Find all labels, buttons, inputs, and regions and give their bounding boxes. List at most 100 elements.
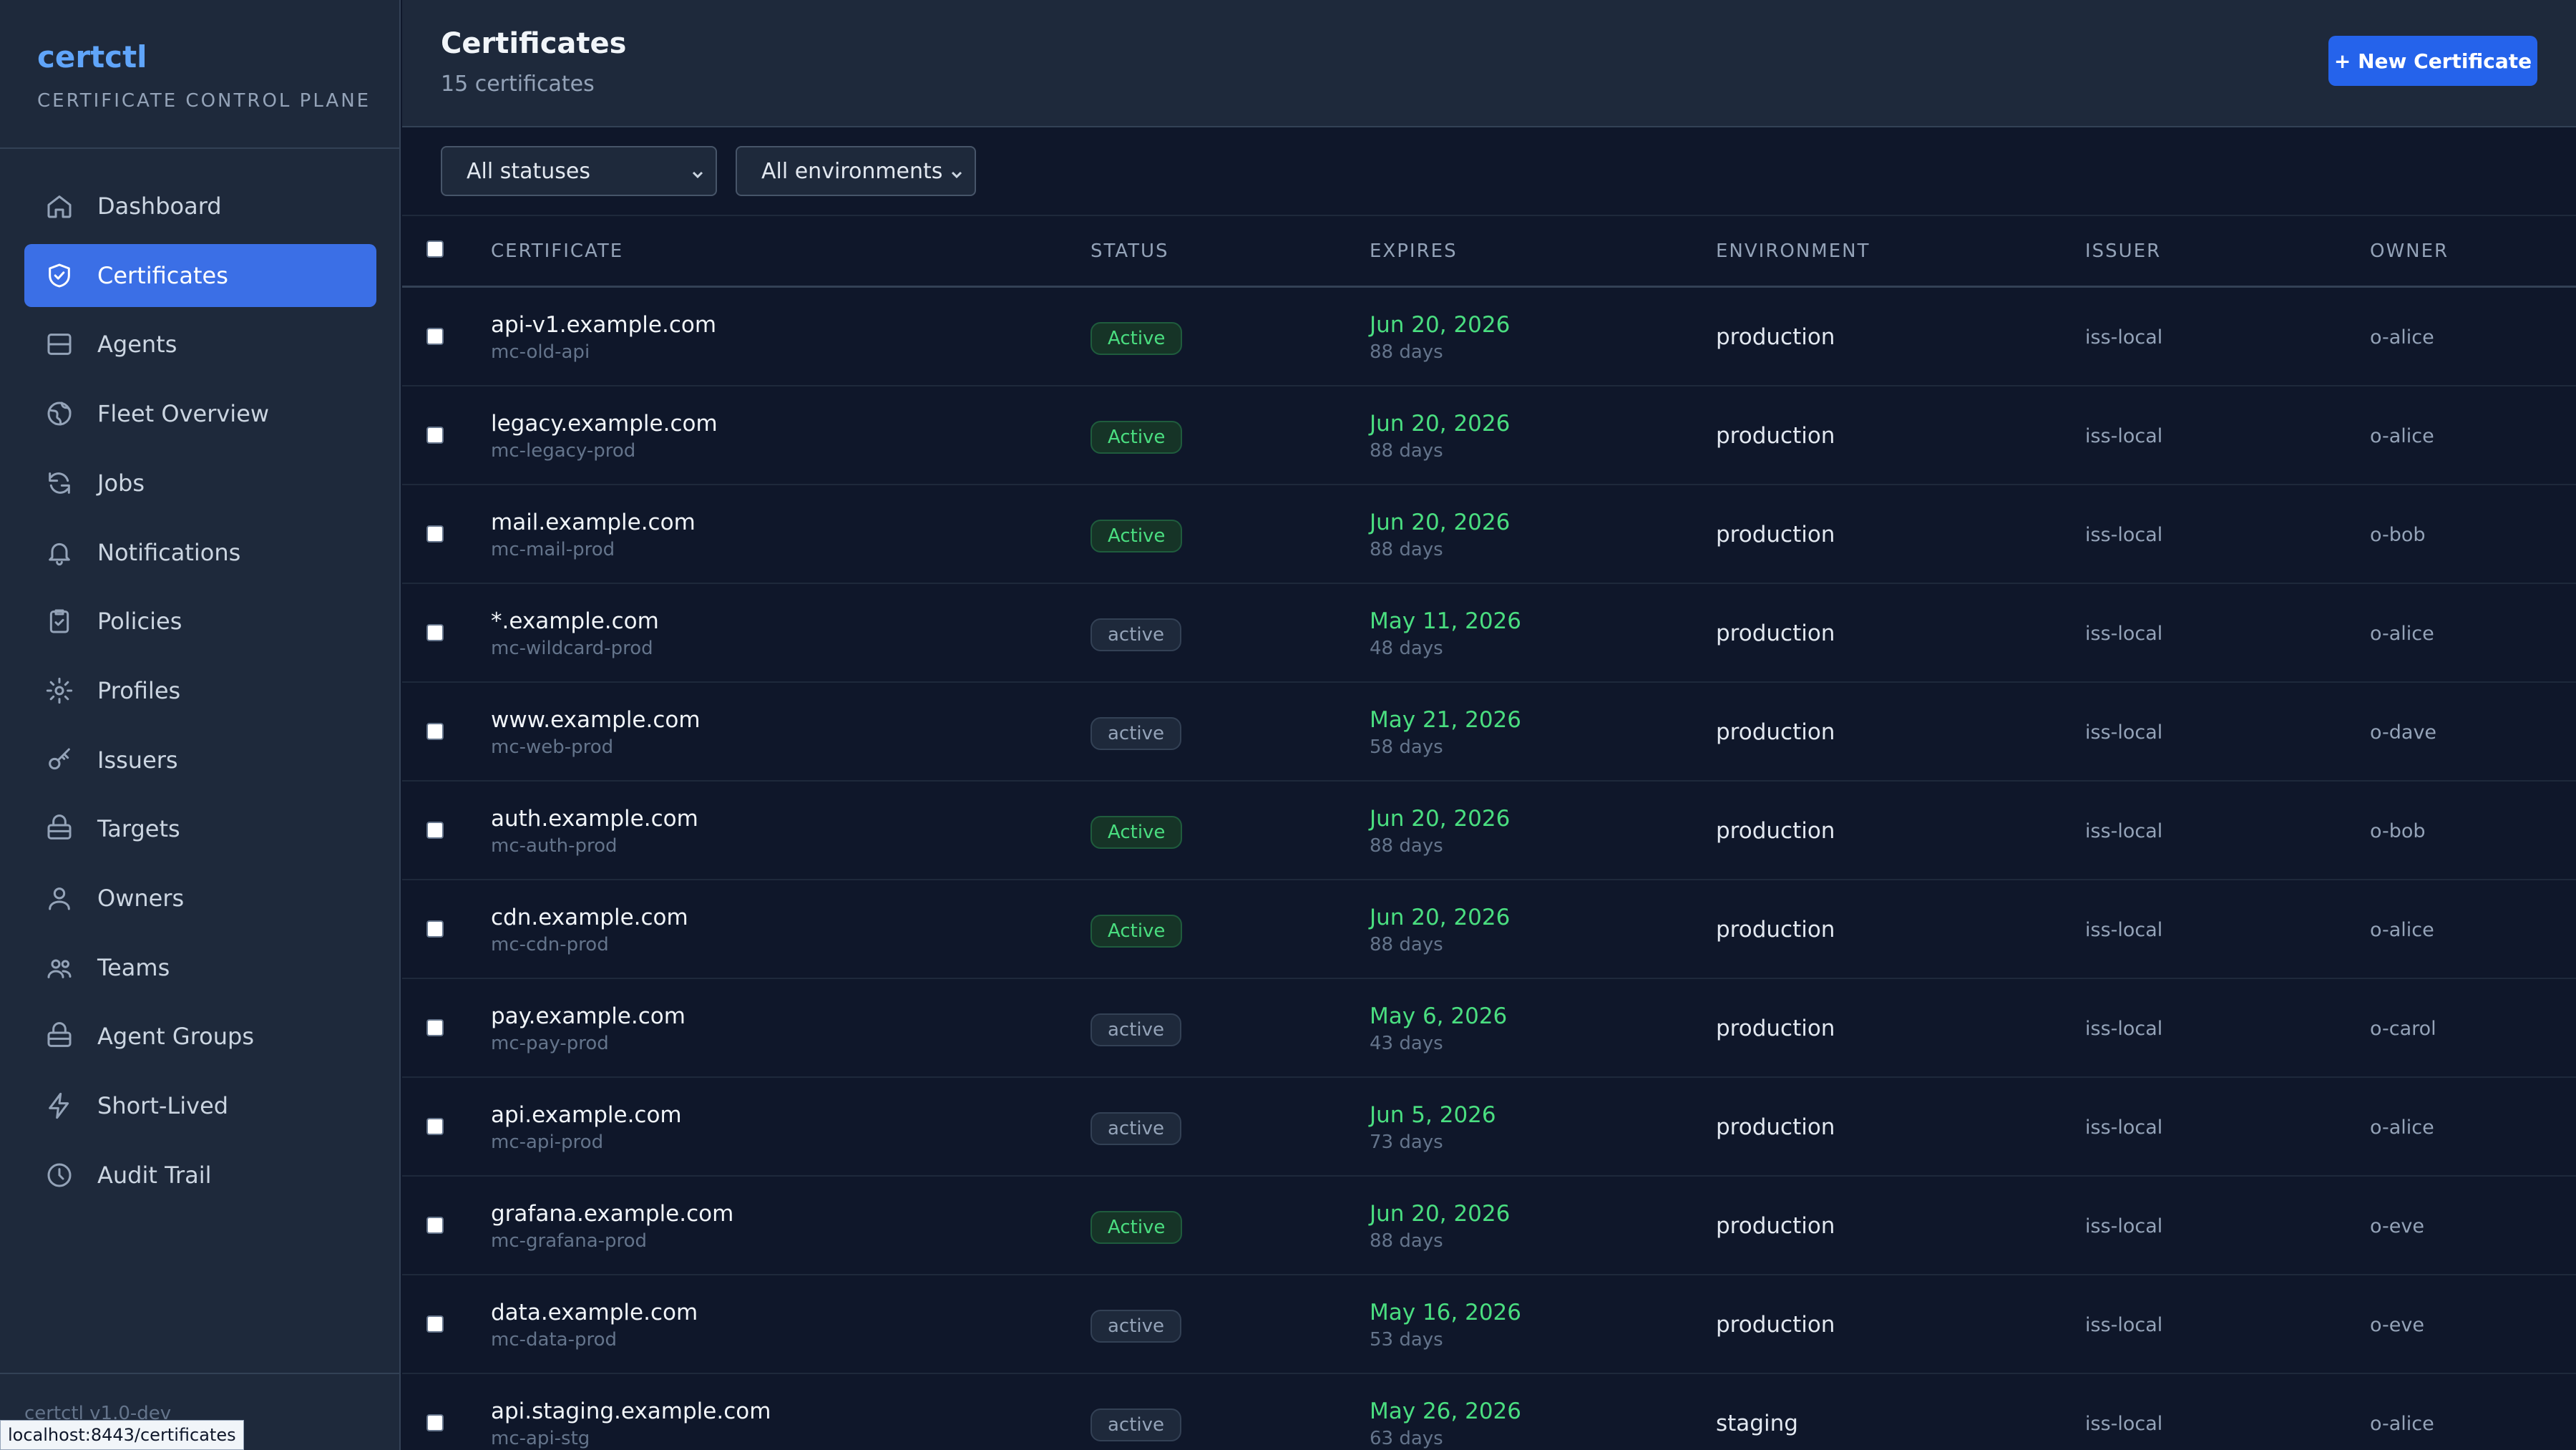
certificate-cell[interactable]: pay.example.com mc-pay-prod [491,1002,686,1056]
row-checkbox[interactable] [426,328,444,345]
certificate-cell[interactable]: *.example.com mc-wildcard-prod [491,607,659,661]
certificate-cell[interactable]: api-v1.example.com mc-old-api [491,311,716,365]
stack-icon [43,812,76,845]
row-checkbox[interactable] [426,920,444,938]
sidebar-item-notifications[interactable]: Notifications [24,521,376,584]
sidebar-item-agent-groups[interactable]: Agent Groups [24,1005,376,1068]
row-checkbox[interactable] [426,1414,444,1431]
sidebar-item-audit-trail[interactable]: Audit Trail [24,1144,376,1207]
app-subtitle: CERTIFICATE CONTROL PLANE [37,90,371,112]
column-header-issuer[interactable]: ISSUER [2085,240,2161,262]
table-row[interactable]: grafana.example.com mc-grafana-prod Active… [402,1177,2576,1275]
certificate-name[interactable]: api-v1.example.com [491,311,716,339]
sidebar-item-issuers[interactable]: Issuers [24,729,376,792]
certificate-id: mc-web-prod [491,736,614,758]
certificate-name[interactable]: api.example.com [491,1101,682,1129]
row-checkbox[interactable] [426,1315,444,1333]
certificate-name[interactable]: www.example.com [491,706,701,734]
column-header-certificate[interactable]: CERTIFICATE [491,240,623,262]
row-checkbox[interactable] [426,624,444,641]
sidebar-item-profiles[interactable]: Profiles [24,659,376,722]
status-bar-url: localhost:8443/certificates [0,1420,244,1450]
environment-cell: production [1716,818,1835,844]
certificate-name[interactable]: mail.example.com [491,508,696,537]
days-remaining: 88 days [1370,341,1443,363]
column-header-owner[interactable]: OWNER [2370,240,2449,262]
select-all-checkbox[interactable] [426,240,444,258]
status-filter-select[interactable]: All statuses [441,146,717,196]
certificate-cell[interactable]: cdn.example.com mc-cdn-prod [491,903,688,958]
certificate-name[interactable]: pay.example.com [491,1002,686,1031]
row-checkbox[interactable] [426,723,444,740]
row-checkbox[interactable] [426,822,444,839]
certificate-cell[interactable]: grafana.example.com mc-grafana-prod [491,1200,733,1254]
certificate-cell[interactable]: legacy.example.com mc-legacy-prod [491,409,718,464]
server-icon [43,328,76,361]
sidebar-item-jobs[interactable]: Jobs [24,452,376,515]
column-header-environment[interactable]: ENVIRONMENT [1716,240,1870,262]
sidebar-item-short-lived[interactable]: Short-Lived [24,1074,376,1137]
certificate-name[interactable]: auth.example.com [491,804,698,833]
sidebar-item-certificates[interactable]: Certificates [24,243,376,307]
sidebar-item-dashboard[interactable]: Dashboard [24,175,376,238]
certificate-cell[interactable]: data.example.com mc-data-prod [491,1298,698,1353]
issuer-cell: iss-local [2085,1215,2163,1237]
column-header-status[interactable]: STATUS [1091,240,1169,262]
table-row[interactable]: mail.example.com mc-mail-prod Active Jun 20… [402,485,2576,584]
shield-icon [43,259,76,292]
environment-cell: production [1716,719,1835,745]
row-checkbox[interactable] [426,525,444,542]
certificate-name[interactable]: data.example.com [491,1298,698,1327]
certificate-name[interactable]: api.staging.example.com [491,1397,771,1426]
expires-cell: Jun 20, 2026 88 days [1370,409,1510,464]
status-badge: active [1091,1013,1182,1046]
certificate-cell[interactable]: www.example.com mc-web-prod [491,706,701,760]
sidebar-item-label: Fleet Overview [97,400,270,428]
sidebar-item-policies[interactable]: Policies [24,590,376,653]
certificate-cell[interactable]: auth.example.com mc-auth-prod [491,804,698,859]
user-icon [43,882,76,915]
environment-cell: production [1716,1016,1835,1041]
owner-cell: o-alice [2370,623,2434,645]
certificate-id: mc-auth-prod [491,835,618,857]
owner-cell: o-dave [2370,721,2437,744]
sidebar-item-targets[interactable]: Targets [24,797,376,860]
table-row[interactable]: www.example.com mc-web-prod active May 21, … [402,683,2576,782]
table-row[interactable]: pay.example.com mc-pay-prod active May 6, 2… [402,979,2576,1078]
table-row[interactable]: api.example.com mc-api-prod active Jun 5, 2… [402,1078,2576,1177]
certificate-name[interactable]: cdn.example.com [491,903,688,932]
sidebar-item-owners[interactable]: Owners [24,867,376,930]
table-row[interactable]: api-v1.example.com mc-old-api Active Jun 20… [402,288,2576,386]
table-row[interactable]: legacy.example.com mc-legacy-prod Active Ju… [402,386,2576,485]
environment-filter-select[interactable]: All environments [736,146,976,196]
certificate-name[interactable]: *.example.com [491,607,659,636]
sidebar-item-teams[interactable]: Teams [24,936,376,999]
app-name[interactable]: certctl [37,37,399,77]
row-checkbox[interactable] [426,427,444,444]
table-row[interactable]: api.staging.example.com mc-api-stg active M… [402,1374,2576,1450]
row-checkbox[interactable] [426,1118,444,1135]
certificate-name[interactable]: grafana.example.com [491,1200,733,1228]
expires-cell: Jun 20, 2026 88 days [1370,508,1510,563]
owner-cell: o-bob [2370,820,2426,842]
table-row[interactable]: cdn.example.com mc-cdn-prod Active Jun 20, … [402,880,2576,979]
column-header-expires[interactable]: EXPIRES [1370,240,1458,262]
bolt-icon [43,1089,76,1122]
certificate-cell[interactable]: mail.example.com mc-mail-prod [491,508,696,563]
certificate-name[interactable]: legacy.example.com [491,409,718,438]
bell-icon [43,536,76,569]
sidebar-item-agents[interactable]: Agents [24,313,376,376]
new-certificate-button[interactable]: + New Certificate [2328,36,2537,86]
row-checkbox[interactable] [426,1217,444,1234]
row-checkbox[interactable] [426,1019,444,1036]
environment-cell: production [1716,1213,1835,1239]
status-badge: active [1091,618,1182,651]
certificate-cell[interactable]: api.staging.example.com mc-api-stg [491,1397,771,1450]
table-row[interactable]: *.example.com mc-wildcard-prod active May 1… [402,584,2576,683]
table-row[interactable]: data.example.com mc-data-prod active May 16… [402,1275,2576,1374]
sidebar-item-fleet-overview[interactable]: Fleet Overview [24,382,376,445]
table-row[interactable]: auth.example.com mc-auth-prod Active Jun 20… [402,782,2576,880]
home-icon [43,190,76,223]
certificate-cell[interactable]: api.example.com mc-api-prod [491,1101,682,1155]
issuer-cell: iss-local [2085,721,2163,744]
